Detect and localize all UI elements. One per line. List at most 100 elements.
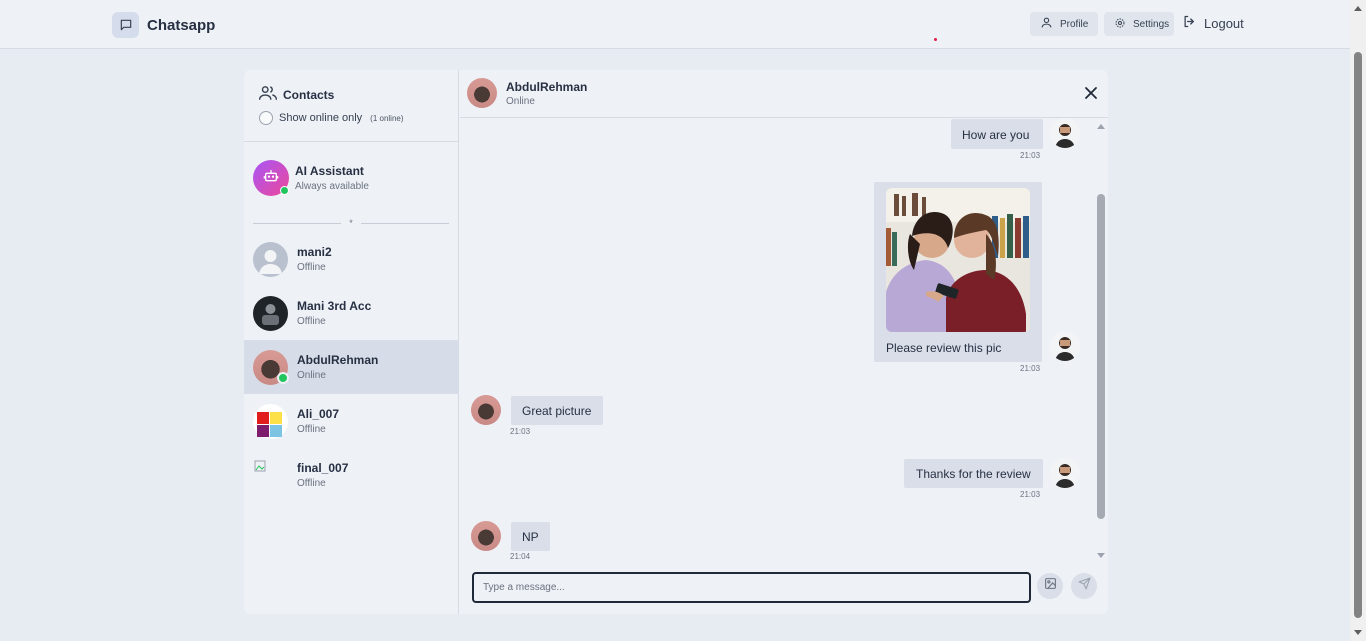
top-navbar: Chatsapp Profile Settings Logout: [0, 0, 1350, 49]
contact-avatar: [253, 349, 289, 385]
my-avatar: [1050, 118, 1080, 148]
profile-button[interactable]: Profile: [1030, 12, 1098, 36]
message-bubble-received: NP: [511, 522, 550, 551]
message-bubble-sent: How are you: [951, 119, 1043, 149]
contact-row-abdulrehman[interactable]: AbdulRehman Online: [244, 340, 459, 394]
contacts-header: Contacts: [259, 85, 334, 104]
scroll-up-arrow-icon[interactable]: [1097, 124, 1105, 129]
show-online-toggle[interactable]: Show online only (1 online): [259, 111, 404, 125]
contact-text: final_007 Offline: [297, 461, 348, 489]
attach-image-button[interactable]: [1037, 573, 1063, 599]
online-count: (1 online): [370, 113, 404, 123]
section-divider: *: [253, 218, 450, 228]
contact-name: AbdulRehman: [297, 353, 379, 367]
divider-star: *: [349, 218, 353, 228]
message-time: 21:03: [1020, 490, 1041, 499]
message-text: NP: [522, 530, 539, 544]
brand[interactable]: Chatsapp: [112, 12, 215, 38]
logout-icon: [1182, 14, 1197, 32]
message-time: 21:03: [1020, 151, 1041, 160]
contact-status: Offline: [297, 316, 326, 327]
show-online-radio[interactable]: [259, 111, 273, 125]
chat-contact-status: Online: [506, 96, 535, 107]
chat-card: Contacts Show online only (1 online) AI …: [244, 70, 1108, 614]
message-text: Thanks for the review: [916, 467, 1031, 481]
shared-photo[interactable]: [886, 188, 1030, 332]
red-dot-marker: [934, 38, 937, 41]
chat-panel: AbdulRehman Online How are you 21:03 Ple…: [460, 70, 1108, 614]
robot-icon: [263, 168, 279, 189]
scroll-up-arrow-icon[interactable]: [1354, 6, 1362, 11]
logout-label: Logout: [1204, 15, 1244, 31]
ai-assistant-row[interactable]: AI Assistant Always available: [253, 160, 369, 196]
sidebar-divider: [244, 141, 459, 142]
message-time: 21:03: [1020, 364, 1041, 373]
chat-bubble-icon: [112, 12, 139, 38]
message-time: 21:04: [510, 552, 531, 561]
contact-status: Offline: [297, 424, 326, 435]
message-text: How are you: [962, 128, 1030, 142]
contact-name: Mani 3rd Acc: [297, 299, 372, 313]
image-icon: [1044, 577, 1057, 595]
contact-row-mani-3rd-acc[interactable]: Mani 3rd Acc Offline: [244, 286, 459, 340]
contact-text: Mani 3rd Acc Offline: [297, 299, 371, 327]
scroll-down-arrow-icon[interactable]: [1097, 553, 1105, 558]
ai-assistant-name: AI Assistant: [295, 164, 364, 178]
message-composer: [472, 572, 1031, 603]
contact-row-ali-007[interactable]: Ali_007 Offline: [244, 394, 459, 448]
contact-name: Ali_007: [297, 407, 340, 421]
contact-name: final_007: [297, 461, 349, 475]
contact-status: Offline: [297, 478, 326, 489]
contact-text: AbdulRehman Online: [297, 353, 378, 381]
send-icon: [1078, 577, 1091, 595]
messages-scrollbar-thumb[interactable]: [1097, 194, 1105, 519]
contact-status: Online: [297, 370, 326, 381]
chat-header: AbdulRehman Online: [460, 70, 1108, 118]
settings-button[interactable]: Settings: [1104, 12, 1174, 36]
messages-scrollbar[interactable]: [1096, 122, 1106, 558]
close-icon[interactable]: [1083, 85, 1099, 101]
online-indicator: [277, 371, 289, 384]
ai-assistant-avatar: [253, 160, 289, 196]
show-online-label: Show online only: [279, 112, 363, 124]
ai-assistant-status: Always available: [295, 181, 369, 192]
message-bubble-sent: Thanks for the review: [904, 459, 1043, 488]
message-time: 21:03: [510, 427, 531, 436]
profile-label: Profile: [1060, 18, 1089, 30]
contact-name: mani2: [297, 245, 332, 259]
message-text: Great picture: [522, 404, 592, 418]
ai-assistant-text: AI Assistant Always available: [295, 164, 369, 192]
user-icon: [1040, 16, 1053, 32]
contact-avatar: [253, 403, 288, 439]
send-button[interactable]: [1071, 573, 1097, 599]
contacts-sidebar: Contacts Show online only (1 online) AI …: [244, 70, 459, 614]
chat-contact-name: AbdulRehman: [506, 80, 588, 94]
page-scrollbar[interactable]: [1350, 0, 1366, 641]
message-bubble-received: Great picture: [511, 396, 603, 425]
message-text: Please review this pic: [886, 341, 1002, 355]
default-user-avatar-icon: [253, 241, 288, 277]
contact-text: mani2 Offline: [297, 245, 332, 273]
divider-line: [253, 222, 342, 224]
contacts-title: Contacts: [283, 87, 335, 102]
chat-contact-avatar: [467, 78, 497, 108]
logout-button[interactable]: Logout: [1182, 14, 1244, 32]
contact-row-final-007[interactable]: final_007 Offline: [244, 448, 459, 502]
broken-image-icon: [253, 458, 288, 493]
contact-avatar: [471, 395, 501, 425]
online-indicator: [280, 186, 289, 195]
contact-avatar: [253, 295, 288, 331]
app-title: Chatsapp: [147, 16, 216, 34]
scroll-down-arrow-icon[interactable]: [1354, 630, 1362, 635]
gear-icon: [1114, 17, 1126, 32]
contact-row-mani2[interactable]: mani2 Offline: [244, 232, 459, 286]
message-bubble-sent-image: Please review this pic: [874, 182, 1042, 362]
users-icon: [259, 85, 277, 104]
message-input[interactable]: [483, 574, 1020, 601]
divider-line: [360, 222, 450, 224]
my-avatar: [1050, 331, 1080, 361]
contact-status: Offline: [297, 262, 326, 273]
my-avatar: [1050, 458, 1080, 488]
contact-avatar: [471, 521, 501, 551]
page-scrollbar-thumb[interactable]: [1354, 52, 1362, 618]
